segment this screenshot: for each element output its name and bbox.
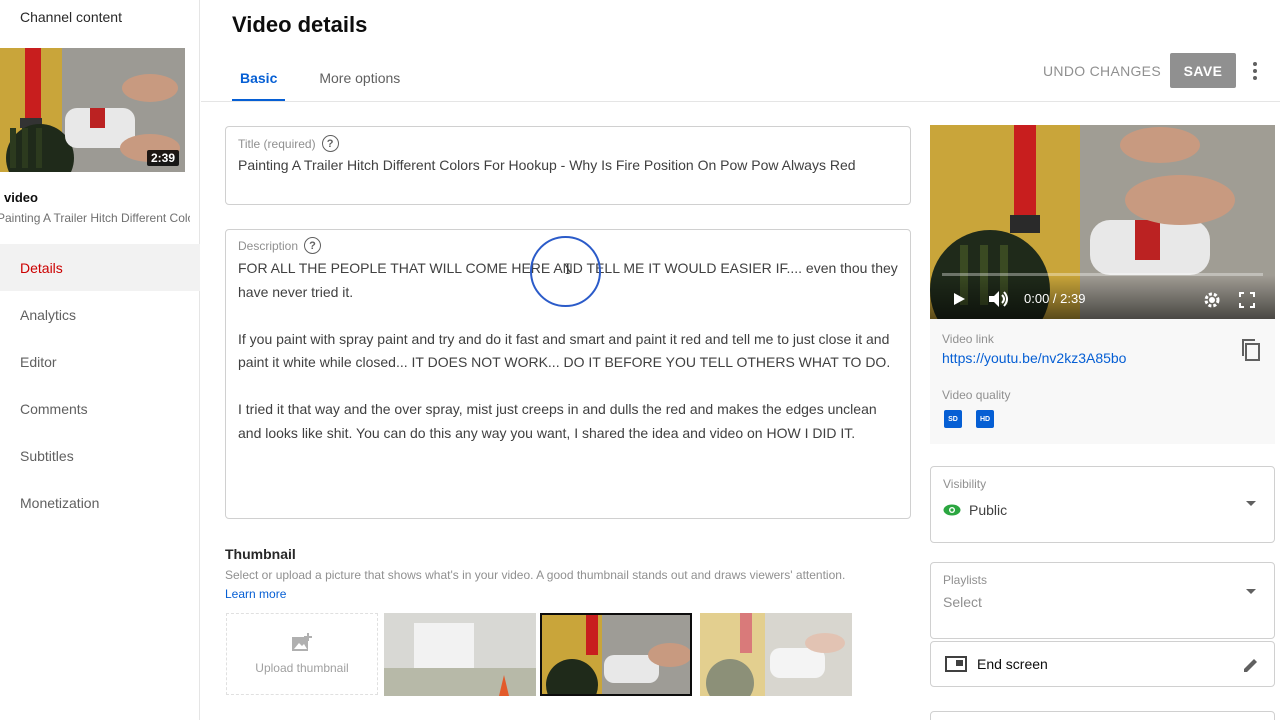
progress-bar[interactable] bbox=[942, 273, 1263, 276]
video-link[interactable]: https://youtu.be/nv2kz3A85bo bbox=[942, 350, 1126, 366]
thumbnail-option-image bbox=[542, 615, 690, 694]
tab-more-options[interactable]: More options bbox=[311, 56, 408, 102]
video-title-preview: Painting A Trailer Hitch Different Color… bbox=[0, 211, 190, 225]
save-button[interactable]: SAVE bbox=[1170, 53, 1236, 88]
player-time: 0:00 / 2:39 bbox=[1024, 291, 1086, 306]
player-controls bbox=[930, 275, 1275, 319]
visibility-select[interactable]: Visibility Public bbox=[930, 466, 1275, 543]
description-field-label: Description ? bbox=[238, 237, 322, 254]
title-field-label: Title (required) ? bbox=[238, 135, 339, 152]
description-paragraph: I tried it that way and the over spray, … bbox=[238, 401, 877, 441]
sidebar-item-details[interactable]: Details bbox=[0, 244, 200, 291]
description-textarea[interactable]: FOR ALL THE PEOPLE THAT WILL COME HERE A… bbox=[238, 257, 903, 469]
hd-quality-badge: HD bbox=[976, 410, 994, 428]
settings-gear-icon[interactable] bbox=[1203, 291, 1221, 309]
add-photo-icon bbox=[292, 633, 312, 651]
visibility-value: Public bbox=[943, 502, 1007, 518]
help-icon[interactable]: ? bbox=[321, 135, 339, 152]
studio-app: Channel content 2:39 video Painting A Tr… bbox=[0, 0, 1280, 720]
dropdown-arrow-icon bbox=[1246, 589, 1256, 594]
title-input[interactable]: Painting A Trailer Hitch Different Color… bbox=[238, 157, 856, 173]
playlists-select[interactable]: Playlists Select bbox=[930, 562, 1275, 639]
end-screen-row[interactable]: End screen bbox=[930, 641, 1275, 687]
dropdown-arrow-icon bbox=[1246, 501, 1256, 506]
copy-icon[interactable] bbox=[1241, 339, 1261, 361]
thumbnail-option-3[interactable] bbox=[700, 613, 852, 696]
playlists-value: Select bbox=[943, 594, 982, 610]
thumbnail-option-image bbox=[700, 613, 852, 696]
header-divider bbox=[201, 101, 1280, 102]
video-thumbnail[interactable]: 2:39 bbox=[0, 48, 185, 172]
page-title: Video details bbox=[232, 12, 368, 37]
volume-icon[interactable] bbox=[988, 290, 1010, 308]
sidebar-item-comments[interactable]: Comments bbox=[0, 385, 200, 432]
tab-basic[interactable]: Basic bbox=[232, 56, 286, 102]
eye-icon bbox=[943, 504, 961, 516]
video-section-label: video bbox=[4, 190, 38, 205]
sidebar-item-subtitles[interactable]: Subtitles bbox=[0, 432, 200, 479]
end-screen-icon bbox=[945, 656, 967, 672]
text-cursor-icon: I bbox=[565, 262, 571, 278]
help-icon[interactable]: ? bbox=[304, 237, 322, 254]
sidebar-item-monetization[interactable]: Monetization bbox=[0, 479, 200, 526]
upload-thumbnail-label: Upload thumbnail bbox=[255, 661, 349, 675]
tab-bar: Basic More options bbox=[232, 56, 434, 102]
thumbnail-option-2[interactable] bbox=[540, 613, 692, 696]
sidebar: Channel content 2:39 video Painting A Tr… bbox=[0, 0, 200, 720]
end-screen-label: End screen bbox=[977, 656, 1048, 672]
thumbnail-heading: Thumbnail bbox=[225, 546, 296, 562]
undo-changes-button[interactable]: UNDO CHANGES bbox=[1040, 54, 1164, 88]
video-player[interactable]: 0:00 / 2:39 bbox=[930, 125, 1275, 319]
cards-row[interactable] bbox=[930, 711, 1275, 720]
duration-badge: 2:39 bbox=[146, 150, 179, 166]
learn-more-link[interactable]: Learn more bbox=[225, 587, 286, 601]
thumbnail-subtitle: Select or upload a picture that shows wh… bbox=[225, 568, 846, 582]
video-info-panel: Video link https://youtu.be/nv2kz3A85bo … bbox=[930, 319, 1275, 444]
sidebar-item-editor[interactable]: Editor bbox=[0, 338, 200, 385]
description-label-text: Description bbox=[238, 238, 299, 253]
fullscreen-icon[interactable] bbox=[1239, 292, 1255, 308]
upload-thumbnail-button[interactable]: Upload thumbnail bbox=[226, 613, 378, 695]
sidebar-nav: Details Analytics Editor Comments Subtit… bbox=[0, 244, 200, 526]
thumbnail-option-image bbox=[384, 613, 536, 696]
thumbnail-option-1[interactable] bbox=[384, 613, 536, 696]
sidebar-item-analytics[interactable]: Analytics bbox=[0, 291, 200, 338]
title-field[interactable]: Title (required) ? Painting A Trailer Hi… bbox=[225, 126, 911, 205]
channel-content-link[interactable]: Channel content bbox=[20, 9, 122, 25]
playlists-label: Playlists bbox=[943, 573, 988, 587]
video-quality-label: Video quality bbox=[942, 388, 1011, 402]
edit-pencil-icon[interactable] bbox=[1242, 656, 1260, 674]
more-vert-icon[interactable] bbox=[1246, 58, 1264, 84]
title-label-text: Title (required) bbox=[238, 136, 316, 151]
visibility-label: Visibility bbox=[943, 477, 987, 491]
visibility-value-text: Public bbox=[969, 502, 1008, 518]
video-link-label: Video link bbox=[942, 332, 994, 346]
sd-quality-badge: SD bbox=[944, 410, 962, 428]
description-paragraph: If you paint with spray paint and try an… bbox=[238, 330, 891, 371]
play-icon[interactable] bbox=[952, 292, 966, 306]
